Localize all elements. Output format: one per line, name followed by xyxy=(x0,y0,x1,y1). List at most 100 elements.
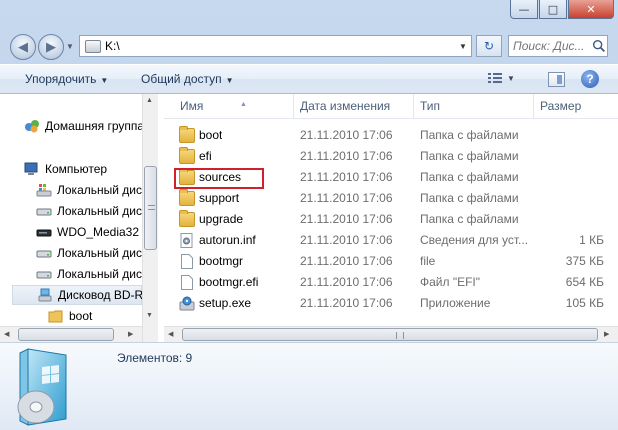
explorer-window: — □ ✕ ◀ ▶ ▼ K:\ ▼ ↻ Упорядочить▼ Общий д… xyxy=(0,0,618,430)
nav-item-local-disk[interactable]: Локальный диск xyxy=(36,243,142,263)
chevron-down-icon: ▼ xyxy=(225,76,234,85)
preview-pane-button[interactable] xyxy=(548,72,565,87)
scroll-right-icon[interactable]: ▶ xyxy=(128,330,133,338)
file-date: 21.11.2010 17:06 xyxy=(300,233,393,247)
file-name: upgrade xyxy=(199,212,244,226)
file-size xyxy=(540,209,604,230)
folder-icon xyxy=(179,126,195,143)
column-label: Дата изменения xyxy=(300,99,391,113)
scroll-right-icon[interactable]: ▶ xyxy=(604,330,609,338)
back-button[interactable]: ◀ xyxy=(10,34,36,60)
scroll-thumb[interactable] xyxy=(144,166,157,250)
nav-item-label: Локальный диск xyxy=(57,183,142,197)
nav-pane-horizontal-scrollbar[interactable]: ◀ ▶ xyxy=(0,326,142,342)
nav-item-computer[interactable]: Компьютер xyxy=(24,159,107,179)
nav-item-bd-drive[interactable]: Дисковод BD-R xyxy=(12,285,142,305)
maximize-button[interactable]: □ xyxy=(539,0,567,19)
nav-item-label: Домашняя группа xyxy=(45,119,142,133)
file-size xyxy=(540,125,604,146)
nav-item-local-disk-c[interactable]: Локальный диск xyxy=(36,180,142,200)
nav-item-folder-boot[interactable]: boot xyxy=(48,306,92,326)
nav-item-label: Компьютер xyxy=(45,162,108,176)
forward-button[interactable]: ▶ xyxy=(38,34,64,60)
file-date: 21.11.2010 17:06 xyxy=(300,296,393,310)
file-type: Файл "EFI" xyxy=(420,275,481,289)
file-type: Папка с файлами xyxy=(420,212,519,226)
chevron-down-icon[interactable]: ▼ xyxy=(455,42,471,51)
change-view-button[interactable]: ▼ xyxy=(487,71,515,85)
file-date: 21.11.2010 17:06 xyxy=(300,128,393,142)
nav-item-label: WDO_Media32 ( xyxy=(57,225,142,239)
file-size: 105 КБ xyxy=(565,296,604,310)
recent-pages-dropdown[interactable]: ▼ xyxy=(66,34,74,58)
file-type: file xyxy=(420,254,436,268)
search-input[interactable] xyxy=(509,39,591,53)
settings-file-icon xyxy=(180,233,193,248)
highlight-box xyxy=(174,168,264,189)
file-date: 21.11.2010 17:06 xyxy=(300,254,393,268)
file-name: autorun.inf xyxy=(199,233,256,247)
file-row[interactable]: boot 21.11.2010 17:06 Папка с файлами xyxy=(164,125,618,146)
address-path[interactable]: K:\ xyxy=(105,39,455,53)
forward-arrow-icon: ▶ xyxy=(46,39,56,55)
help-button[interactable]: ? xyxy=(581,70,599,88)
nav-item-label: Локальный диск xyxy=(57,246,142,260)
grip-icon xyxy=(148,205,155,210)
scroll-up-icon[interactable]: ▲ xyxy=(146,97,153,104)
file-row[interactable]: upgrade 21.11.2010 17:06 Папка с файлами xyxy=(164,209,618,230)
file-size xyxy=(540,146,604,167)
computer-icon xyxy=(24,162,38,175)
scroll-thumb[interactable] xyxy=(182,328,598,341)
file-list-horizontal-scrollbar[interactable]: ◀ ▶ xyxy=(164,326,618,342)
nav-pane-vertical-scrollbar[interactable]: ▲ ▼ xyxy=(142,94,158,342)
nav-item-label: Дисковод BD-R xyxy=(58,288,142,302)
file-row[interactable]: support 21.11.2010 17:06 Папка с файлами xyxy=(164,188,618,209)
organize-button[interactable]: Упорядочить ▼ xyxy=(25,72,108,86)
file-row[interactable]: efi 21.11.2010 17:06 Папка с файлами xyxy=(164,146,618,167)
setup-exe-icon xyxy=(179,296,195,311)
column-label: Тип xyxy=(420,99,441,113)
column-header-name[interactable]: ▲ Имя xyxy=(174,94,294,118)
column-header-type[interactable]: Тип xyxy=(414,94,534,118)
file-row[interactable]: autorun.inf 21.11.2010 17:06 Сведения дл… xyxy=(164,230,618,251)
search-icon[interactable] xyxy=(591,37,607,55)
nav-item-local-disk[interactable]: Локальный диск xyxy=(36,264,142,284)
nav-item-label: Локальный диск xyxy=(57,204,142,218)
scroll-thumb[interactable] xyxy=(18,328,114,341)
nav-item-homegroup[interactable]: Домашняя группа xyxy=(24,116,142,136)
hard-drive-icon xyxy=(36,250,52,258)
file-name: boot xyxy=(199,128,223,142)
file-size: 1 КБ xyxy=(579,233,604,247)
nav-item-wdo-media[interactable]: WDO_Media32 ( xyxy=(36,222,142,242)
address-bar[interactable]: K:\ ▼ xyxy=(79,35,472,57)
share-button[interactable]: Общий доступ ▼ xyxy=(141,72,234,86)
preview-pane-icon xyxy=(557,75,562,84)
minimize-button[interactable]: — xyxy=(510,0,538,19)
file-icon xyxy=(181,254,193,269)
scroll-down-icon[interactable]: ▼ xyxy=(146,312,153,319)
file-name: efi xyxy=(199,149,212,163)
file-date: 21.11.2010 17:06 xyxy=(300,275,393,289)
file-name: setup.exe xyxy=(199,296,252,310)
file-date: 21.11.2010 17:06 xyxy=(300,191,393,205)
nav-item-label: boot xyxy=(69,309,93,323)
column-header-date[interactable]: Дата изменения xyxy=(294,94,414,118)
view-details-icon xyxy=(488,73,502,83)
scroll-left-icon[interactable]: ◀ xyxy=(4,330,9,338)
folder-icon xyxy=(179,189,195,206)
scroll-left-icon[interactable]: ◀ xyxy=(168,330,173,338)
file-name: bootmgr xyxy=(199,254,244,268)
nav-item-local-disk[interactable]: Локальный диск xyxy=(36,201,142,221)
file-type: Папка с файлами xyxy=(420,191,519,205)
back-arrow-icon: ◀ xyxy=(18,39,28,55)
file-row[interactable]: bootmgr 21.11.2010 17:06 file 375 КБ xyxy=(164,251,618,272)
file-type: Сведения для уст... xyxy=(420,233,529,247)
close-button[interactable]: ✕ xyxy=(568,0,614,19)
file-name: support xyxy=(199,191,240,205)
chevron-down-icon: ▼ xyxy=(507,73,515,83)
column-header-size[interactable]: Размер xyxy=(534,94,618,118)
search-box[interactable] xyxy=(508,35,608,57)
file-row[interactable]: bootmgr.efi 21.11.2010 17:06 Файл "EFI" … xyxy=(164,272,618,293)
file-row[interactable]: setup.exe 21.11.2010 17:06 Приложение 10… xyxy=(164,293,618,314)
refresh-button[interactable]: ↻ xyxy=(476,35,502,57)
